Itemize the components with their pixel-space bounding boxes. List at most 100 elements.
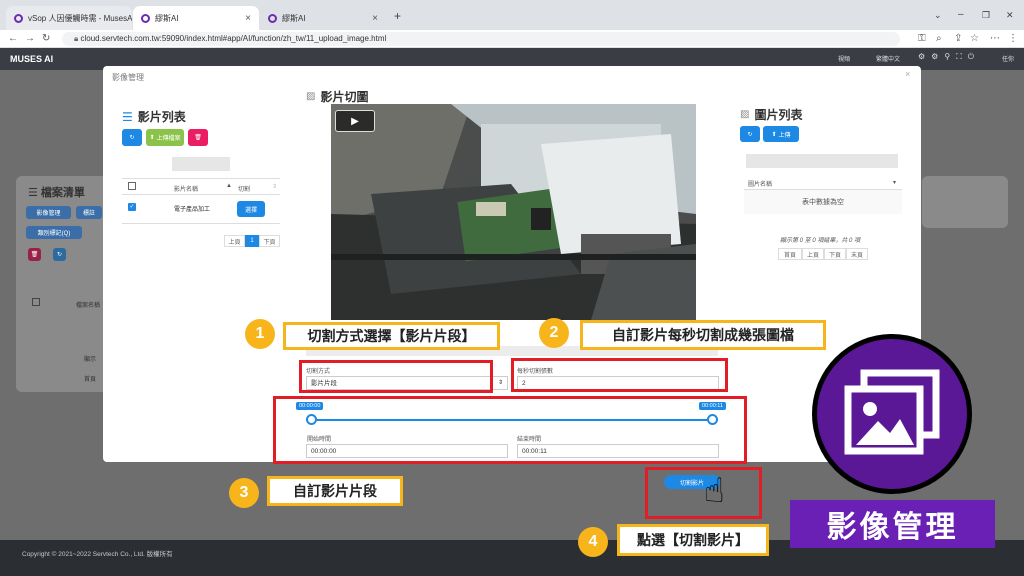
image-gallery-icon [844,369,940,455]
browser-tab-1[interactable]: vSop 人因優觸時需 - MusesAI × [6,6,132,30]
browser-tab-2[interactable]: 繆斯AI × [133,6,259,30]
image-management-badge [812,334,972,494]
column-cut[interactable]: 切割 [238,184,250,193]
video-list-title: ☰ 影片列表 [122,109,186,125]
tab-title: 繆斯AI [155,13,179,23]
list-icon: ☰ [122,109,133,124]
close-tab-icon[interactable]: × [245,13,251,24]
select-video-button[interactable]: 選擇 [237,201,265,217]
image-manage-button[interactable]: 影像管理 [26,206,71,219]
upload-icon: ⬆ [149,135,155,141]
page-1-button[interactable]: 1 [245,235,259,247]
share-icon[interactable]: ⇪ [954,32,962,46]
sort-icon[interactable]: ⇕ [272,183,277,190]
divider [122,178,280,179]
bg-first-page[interactable]: 首頁 [84,374,96,383]
tab-title: 繆斯AI [282,13,306,23]
video-player[interactable]: ▶ [331,104,696,320]
upload-icon: ⬆ [771,131,777,138]
key-icon[interactable]: ⚿ [918,32,926,46]
modal-title: 影像管理 [112,73,144,82]
bg-paging-text: 顯示 [84,357,97,363]
header-view-label[interactable]: 視頻 [838,54,850,63]
video-refresh-button[interactable]: ↻ [122,129,142,146]
class-tag-button[interactable]: 類別標記(Q) [26,226,82,239]
new-tab-button[interactable]: + [394,9,401,23]
video-name-cell: 電子產品加工 [174,207,211,213]
zoom-icon[interactable]: ⌕ [936,32,942,46]
hand-pointer-icon: ☝︎ [704,472,725,510]
select-arrow-icon: ⇕ [497,380,503,386]
column-image-name[interactable]: 圖片名稱 [748,179,772,188]
step-4-callout: 點選【切割影片】 [617,524,769,556]
forward-icon[interactable]: → [25,32,35,46]
modal-close-button[interactable]: × [905,69,910,79]
highlight-cut-method [299,360,493,393]
language-select[interactable]: 繁體中文 [876,54,900,63]
annotate-button[interactable]: 標註 [76,206,102,219]
prev-page-button[interactable]: 上頁 [802,248,824,260]
image-upload-button[interactable]: ⬆ 上傳 [763,126,799,142]
bookmark-star-icon[interactable]: ☆ [970,32,979,46]
bg-checkbox[interactable] [32,298,40,306]
step-4-badge: 4 [578,527,608,557]
next-page-button[interactable]: 下頁 [259,235,280,247]
image-icon: ▨ [306,91,316,102]
step-2-badge: 2 [539,318,569,348]
step-3-callout: 自訂影片片段 [267,476,403,506]
back-icon[interactable]: ← [8,32,18,46]
menu-icon[interactable]: ⋮ [1008,32,1018,46]
video-cut-title: ▨ 影片切圖 [306,90,369,104]
row-checkbox[interactable]: ✓ [128,203,136,211]
header-icons[interactable]: ⚙⚙⚲⛶⏻ [918,52,980,62]
step-1-callout: 切割方式選擇【影片片段】 [283,322,500,350]
select-all-checkbox[interactable] [128,182,136,190]
tab-title: vSop 人因優觸時需 - MusesAI [28,13,132,23]
muses-favicon-icon [268,13,277,23]
muses-favicon-icon [14,13,23,23]
reload-icon[interactable]: ↻ [42,32,50,46]
step-3-badge: 3 [229,478,259,508]
sort-icon[interactable]: ▲ [226,183,232,189]
bg-refresh-button[interactable]: ↻ [53,248,66,261]
url-text: cloud.servtech.com.tw:59090/index.html#a… [80,34,387,43]
muses-favicon-icon [141,13,150,23]
minimize-button[interactable]: – [958,9,964,20]
bg-delete-button[interactable]: 🗑︎ [28,248,41,261]
factory-video-frame [331,104,696,320]
video-delete-button[interactable]: 🗑︎ [188,129,208,146]
image-management-label: 影像管理 [790,500,995,548]
image-icon: ▨ [740,109,750,120]
play-button[interactable]: ▶ [335,110,375,132]
muses-logo: MUSES AI [10,54,54,64]
divider [122,223,280,224]
browser-tab-3[interactable]: 繆斯AI × [260,6,386,30]
tab-search-icon[interactable]: ⌄ [934,10,942,21]
profile-icon[interactable]: ⋯ [990,32,1000,46]
bg-table-header: 檔案名稱 [76,303,101,309]
image-refresh-button[interactable]: ↻ [740,126,760,142]
last-page-button[interactable]: 末頁 [846,248,868,260]
divider [122,194,280,195]
image-list-title: ▨ 圖片列表 [740,108,803,122]
highlight-range [273,396,747,464]
close-tab-icon[interactable]: × [372,13,378,24]
image-search-input[interactable] [746,154,898,168]
prev-page-button[interactable]: 上頁 [224,235,245,247]
file-list-title: ☰ 檔案清單 [28,187,85,199]
video-upload-button[interactable]: ⬆ 上傳檔案 [146,129,184,146]
close-window-button[interactable]: ✕ [1006,10,1014,21]
url-field[interactable]: 🔒︎ cloud.servtech.com.tw:59090/index.htm… [62,32,900,46]
highlight-fps [511,358,728,392]
video-search-input[interactable] [172,157,230,171]
user-name[interactable]: 任你 [1002,54,1014,63]
maximize-button[interactable]: ❐ [982,10,990,21]
empty-table-message: 表中數據為空 [744,190,902,214]
right-background-panel [922,176,1008,228]
step-1-badge: 1 [245,319,275,349]
copyright-text: Copyright © 2021~2022 Servtech Co., Ltd.… [22,551,173,558]
first-page-button[interactable]: 首頁 [778,248,802,260]
column-video-name[interactable]: 影片名稱 [174,184,198,193]
dropdown-arrow-icon[interactable]: ▾ [893,179,896,186]
next-page-button[interactable]: 下頁 [824,248,846,260]
